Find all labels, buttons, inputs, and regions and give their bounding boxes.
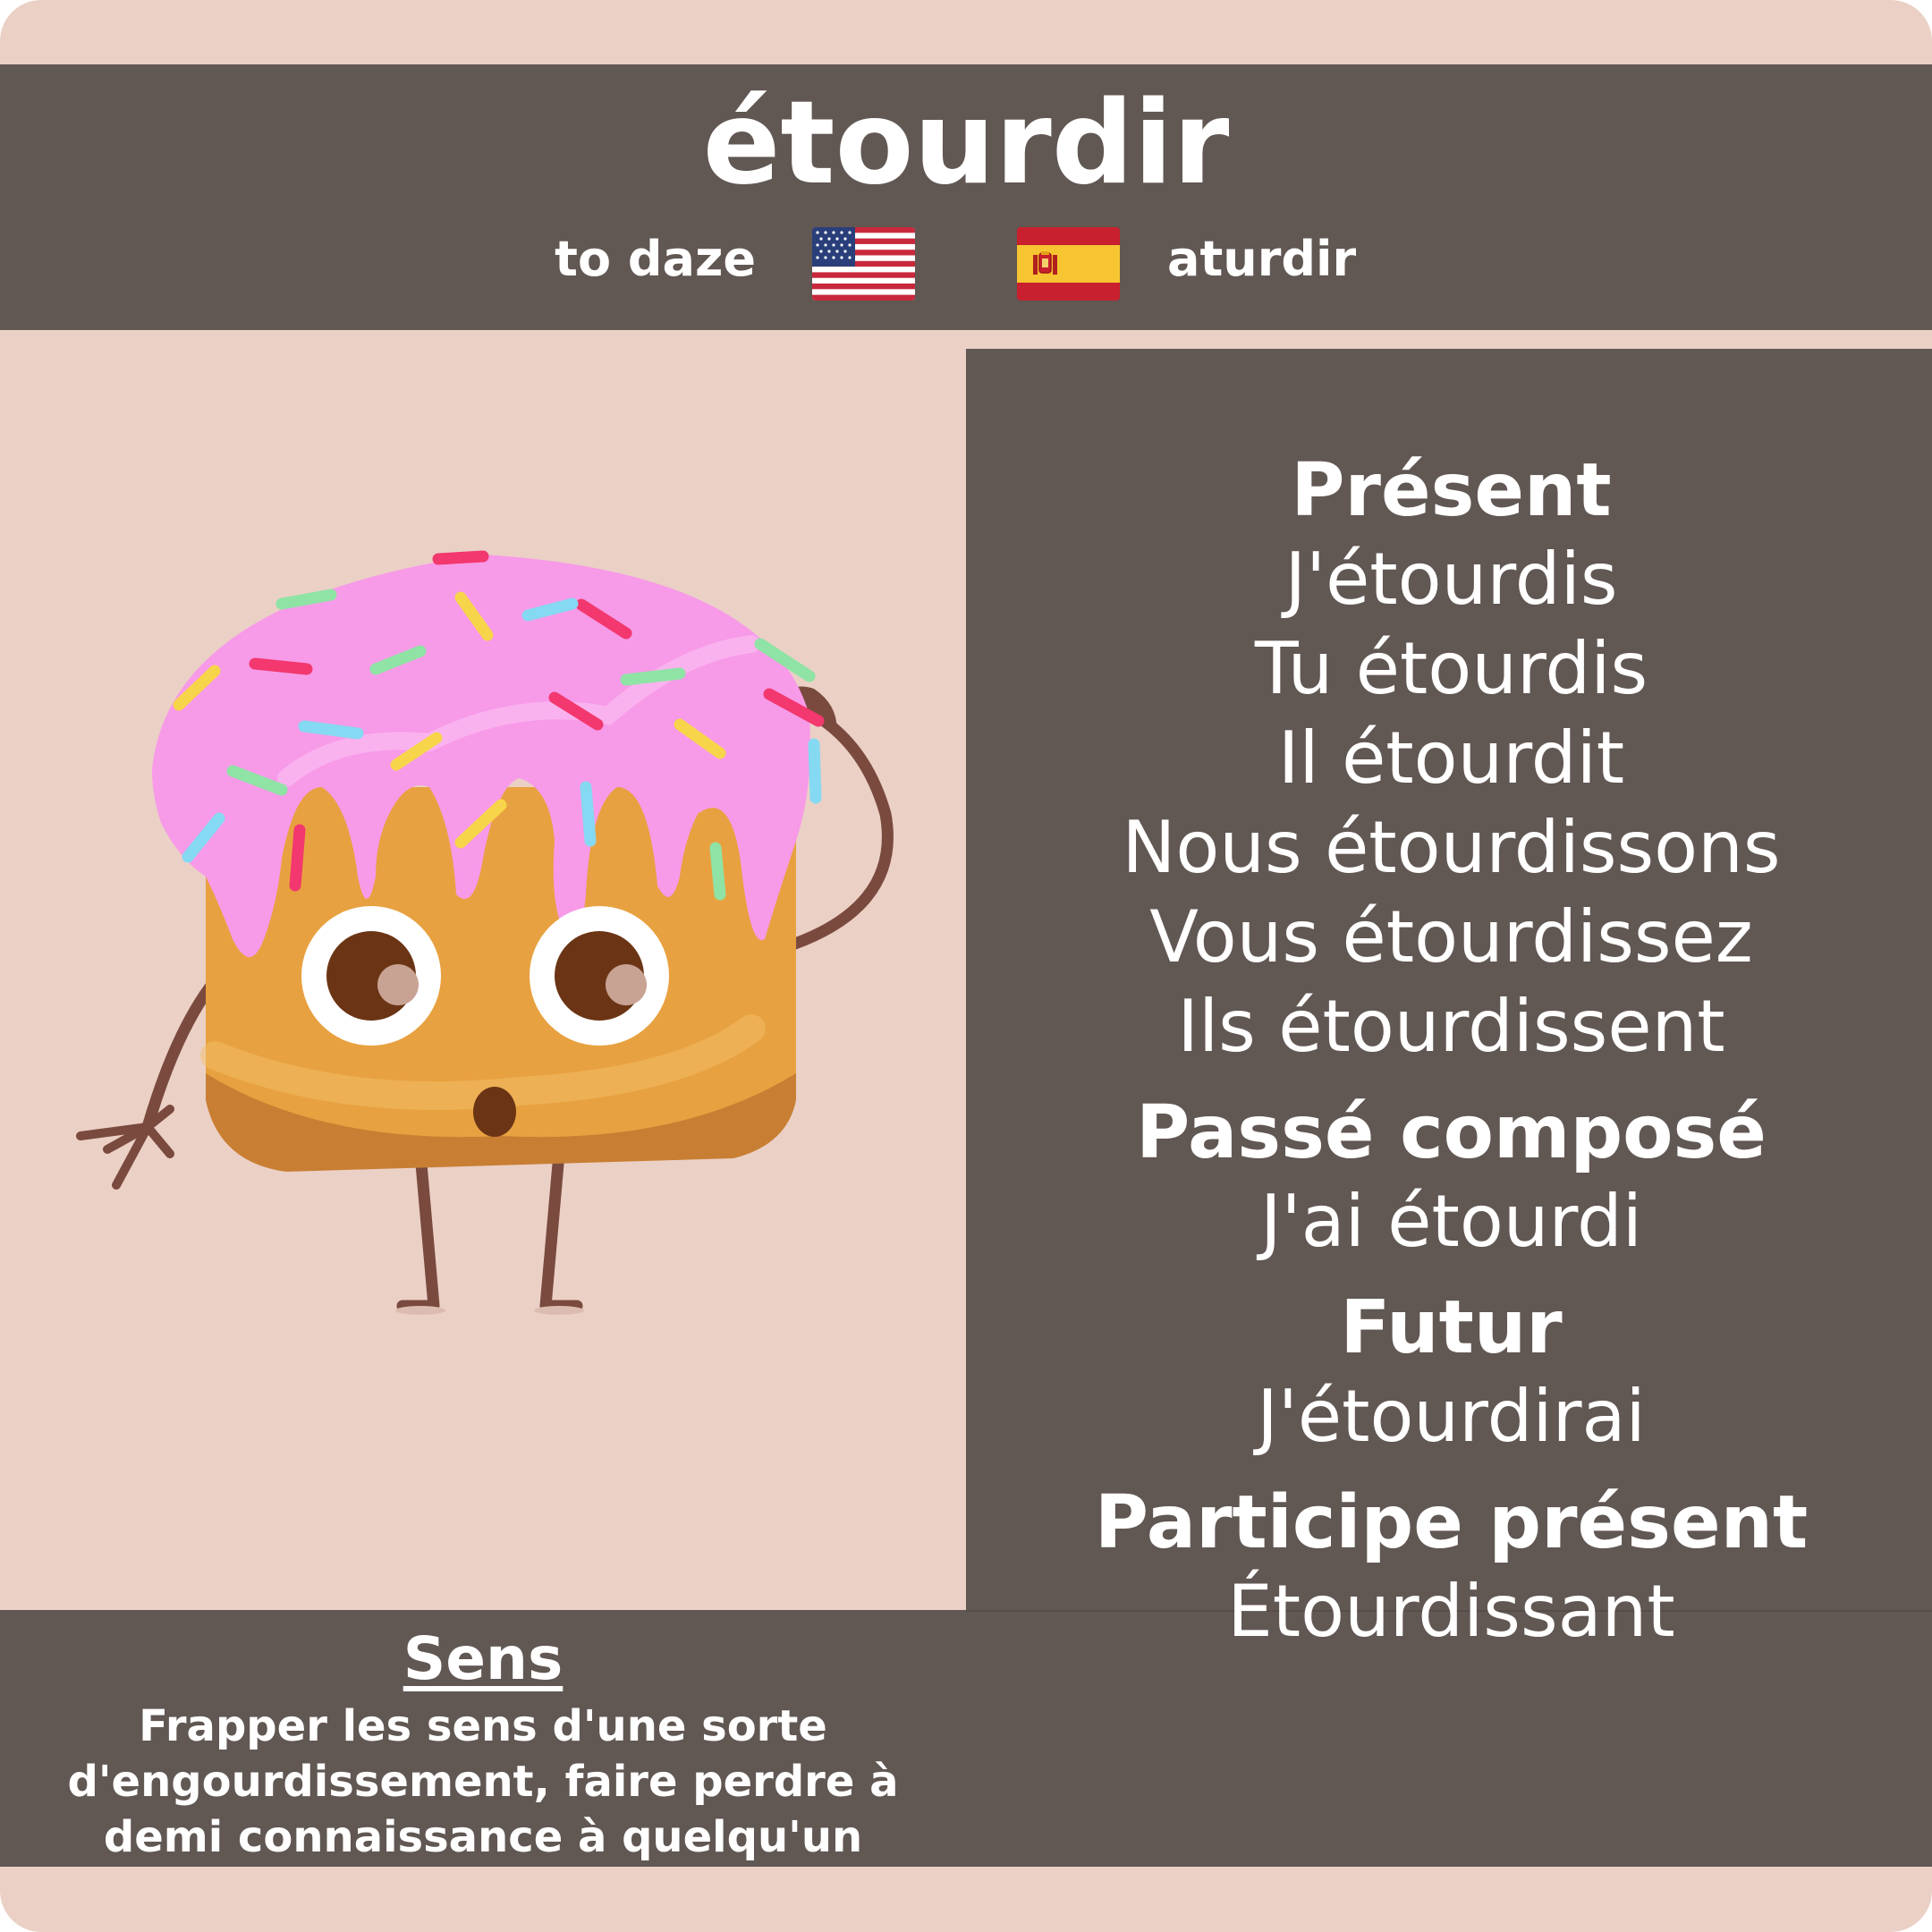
conjugated-form: Vous étourdissez bbox=[1149, 895, 1753, 979]
tense-participe-present: Participe présent Étourdissant bbox=[966, 1479, 1932, 1657]
conjugated-form: Nous étourdissons bbox=[1122, 806, 1781, 889]
tense-futur: Futur J'étourdirai bbox=[966, 1284, 1932, 1462]
spain-flag-icon bbox=[1017, 227, 1120, 301]
verb-title: étourdir bbox=[702, 77, 1230, 210]
conjugation-list: Présent J'étourdis Tu étourdis Il étourd… bbox=[966, 447, 1932, 1674]
conjugated-form: Il étourdit bbox=[1277, 716, 1625, 800]
spanish-translation: aturdir bbox=[1167, 231, 1357, 287]
tense-heading: Passé composé bbox=[1136, 1090, 1767, 1175]
tense-passe-compose: Passé composé J'ai étourdi bbox=[966, 1089, 1932, 1267]
tense-heading: Présent bbox=[1291, 448, 1612, 533]
english-translation: to daze bbox=[555, 231, 756, 287]
conjugated-form: Tu étourdis bbox=[1254, 627, 1648, 710]
conjugated-form: J'ai étourdi bbox=[1260, 1180, 1642, 1263]
meaning-section: Sens Frapper les sens d'une sorte d'engo… bbox=[0, 1623, 966, 1865]
conjugated-form: J'étourdis bbox=[1284, 538, 1618, 621]
conjugated-form: Ils étourdissent bbox=[1177, 985, 1725, 1068]
meaning-definition: Frapper les sens d'une sorte d'engourdis… bbox=[67, 1701, 899, 1862]
conjugated-form: J'étourdirai bbox=[1257, 1375, 1646, 1458]
tense-heading: Futur bbox=[1340, 1285, 1563, 1370]
verb-card: étourdir to daze aturdir Présent J'étour… bbox=[0, 0, 1932, 1932]
tense-present: Présent J'étourdis Tu étourdis Il étourd… bbox=[966, 447, 1932, 1072]
tense-heading: Participe présent bbox=[1094, 1480, 1809, 1565]
us-flag-icon bbox=[812, 227, 915, 301]
conjugated-form: Étourdissant bbox=[1227, 1570, 1675, 1653]
meaning-heading: Sens bbox=[402, 1624, 564, 1693]
dazed-donut-cake-character-icon bbox=[54, 519, 912, 1324]
